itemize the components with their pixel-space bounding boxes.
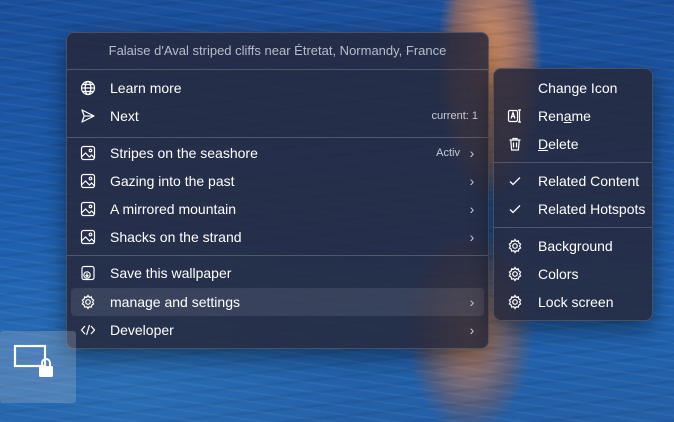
image-icon: [79, 144, 97, 162]
menu-item-save-this-wallpaper[interactable]: Save this wallpaper: [71, 259, 484, 287]
image-icon: [79, 228, 97, 246]
current-index-text: current: 1: [431, 110, 478, 122]
menu-item-label: Related Hotspots: [538, 201, 646, 217]
menu-item-shacks-on-the-strand[interactable]: Shacks on the strand ›: [71, 223, 484, 251]
menu-separator: [494, 162, 652, 163]
menu-item-label: Delete: [538, 136, 579, 152]
menu-item-developer[interactable]: Developer ›: [71, 316, 484, 344]
check-icon: [506, 200, 524, 218]
submenu-item-rename[interactable]: Rename: [498, 102, 648, 130]
menu-item-label: Rename: [538, 108, 591, 124]
gear-icon: [506, 265, 524, 283]
submenu-item-lock-screen[interactable]: Lock screen: [498, 288, 648, 316]
menu-item-label: Gazing into the past: [110, 173, 235, 189]
image-icon: [79, 200, 97, 218]
menu-separator: [67, 255, 488, 256]
menu-item-label: Lock screen: [538, 294, 614, 310]
trash-icon: [506, 135, 524, 153]
submenu-item-colors[interactable]: Colors: [498, 260, 648, 288]
menu-item-next[interactable]: Next current: 1: [71, 102, 484, 130]
menu-separator: [67, 137, 488, 138]
active-badge: Activ: [436, 147, 460, 159]
chevron-right-icon: ›: [469, 173, 475, 189]
settings-submenu: Change Icon Rename Delete Related Conten…: [493, 68, 653, 321]
submenu-item-change-icon[interactable]: Change Icon: [498, 74, 648, 102]
menu-item-label: Change Icon: [538, 80, 618, 96]
screen-lock-tray-button[interactable]: [0, 331, 76, 403]
menu-item-stripes-on-the-seashore[interactable]: Stripes on the seashore Activ ›: [71, 139, 484, 167]
chevron-right-icon: ›: [469, 229, 475, 245]
submenu-item-background[interactable]: Background: [498, 232, 648, 260]
menu-item-label: Related Content: [538, 173, 640, 189]
chevron-right-icon: ›: [469, 145, 475, 161]
submenu-item-delete[interactable]: Delete: [498, 130, 648, 158]
menu-item-gazing-into-the-past[interactable]: Gazing into the past ›: [71, 167, 484, 195]
submenu-item-related-hotspots[interactable]: Related Hotspots: [498, 195, 648, 223]
menu-item-label: Developer: [110, 322, 174, 338]
context-menu: Falaise d'Aval striped cliffs near Étret…: [66, 32, 489, 349]
chevron-right-icon: ›: [469, 201, 475, 217]
menu-item-label: manage and settings: [110, 294, 240, 310]
menu-item-learn-more[interactable]: Learn more: [71, 74, 484, 102]
code-icon: [79, 321, 97, 339]
chevron-right-icon: ›: [469, 294, 475, 310]
globe-icon: [79, 79, 97, 97]
menu-item-label: Learn more: [110, 80, 182, 96]
rename-icon: [506, 107, 524, 125]
menu-item-label: Stripes on the seashore: [110, 145, 258, 161]
submenu-item-related-content[interactable]: Related Content: [498, 167, 648, 195]
menu-item-label: Background: [538, 238, 613, 254]
chevron-right-icon: ›: [469, 322, 475, 338]
image-icon: [79, 172, 97, 190]
send-icon: [79, 107, 97, 125]
gear-icon: [506, 293, 524, 311]
check-icon: [506, 172, 524, 190]
save-image-icon: [79, 264, 97, 282]
menu-header-title: Falaise d'Aval striped cliffs near Étret…: [108, 43, 447, 58]
gear-icon: [506, 237, 524, 255]
screen-lock-icon: [13, 344, 53, 377]
gear-icon: [79, 293, 97, 311]
menu-item-label: A mirrored mountain: [110, 201, 237, 217]
menu-item-label: Shacks on the strand: [110, 229, 242, 245]
menu-item-label: Next: [110, 108, 139, 124]
menu-item-manage-and-settings[interactable]: manage and settings ›: [71, 288, 484, 316]
menu-separator: [67, 69, 488, 70]
menu-item-a-mirrored-mountain[interactable]: A mirrored mountain ›: [71, 195, 484, 223]
menu-separator: [494, 227, 652, 228]
menu-item-label: Save this wallpaper: [110, 265, 232, 281]
menu-item-label: Colors: [538, 266, 579, 282]
